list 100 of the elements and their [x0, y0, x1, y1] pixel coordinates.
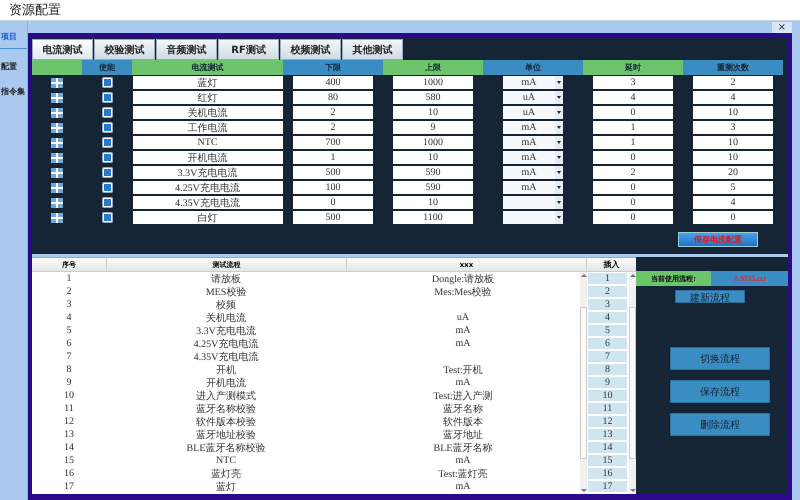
- input-field[interactable]: 500: [293, 211, 373, 224]
- input-field[interactable]: 10: [693, 106, 773, 119]
- insert-button[interactable]: 7: [587, 350, 628, 363]
- insert-button[interactable]: 9: [587, 376, 628, 389]
- input-field[interactable]: 0: [593, 106, 673, 119]
- input-field[interactable]: 20: [693, 166, 773, 179]
- checkbox[interactable]: [102, 137, 112, 148]
- sidebar-item[interactable]: 配置: [0, 59, 27, 74]
- name-field[interactable]: 3.3V充电电流: [132, 166, 282, 179]
- input-field[interactable]: 2: [593, 166, 673, 179]
- scrollbar[interactable]: [629, 272, 636, 494]
- tab[interactable]: 音频测试: [156, 39, 217, 60]
- input-field[interactable]: 3: [593, 76, 673, 89]
- insert-button[interactable]: 8: [587, 363, 628, 376]
- input-field[interactable]: 10: [693, 136, 773, 149]
- input-field[interactable]: 580: [393, 91, 473, 104]
- unit-dropdown[interactable]: mA: [503, 181, 563, 194]
- checkbox[interactable]: [102, 197, 112, 208]
- input-field[interactable]: 10: [393, 151, 473, 164]
- insert-button[interactable]: 13: [587, 428, 628, 441]
- input-field[interactable]: 590: [393, 181, 473, 194]
- input-field[interactable]: 400: [293, 76, 373, 89]
- input-field[interactable]: 1: [593, 121, 673, 134]
- tab[interactable]: 校频测试: [280, 39, 341, 60]
- input-field[interactable]: 590: [393, 166, 473, 179]
- input-field[interactable]: 500: [293, 166, 373, 179]
- input-field[interactable]: 4: [693, 196, 773, 209]
- input-field[interactable]: 10: [393, 106, 473, 119]
- unit-dropdown[interactable]: mA: [503, 166, 563, 179]
- input-field[interactable]: 3: [693, 121, 773, 134]
- sidebar-item[interactable]: 指令集: [0, 84, 27, 99]
- input-field[interactable]: 100: [293, 181, 373, 194]
- name-field[interactable]: 蓝灯: [132, 76, 282, 89]
- grid-icon[interactable]: [51, 152, 63, 162]
- input-field[interactable]: 0: [593, 211, 673, 224]
- checkbox[interactable]: [102, 212, 112, 223]
- input-field[interactable]: 4: [593, 91, 673, 104]
- insert-button[interactable]: 12: [587, 415, 628, 428]
- insert-button[interactable]: 2: [587, 285, 628, 298]
- input-field[interactable]: 0: [593, 196, 673, 209]
- input-field[interactable]: 10: [693, 151, 773, 164]
- grid-icon[interactable]: [51, 78, 63, 88]
- unit-dropdown[interactable]: uA: [503, 91, 563, 104]
- unit-dropdown[interactable]: mA: [503, 136, 563, 149]
- tab[interactable]: RF测试: [218, 39, 279, 60]
- tab[interactable]: 电流测试: [32, 39, 93, 60]
- name-field[interactable]: 红灯: [132, 91, 282, 104]
- checkbox[interactable]: [102, 107, 112, 118]
- insert-button[interactable]: 6: [587, 337, 628, 350]
- checkbox[interactable]: [102, 122, 112, 133]
- flow-button[interactable]: 切换流程: [670, 347, 770, 370]
- input-field[interactable]: 0: [593, 181, 673, 194]
- insert-button[interactable]: 11: [587, 402, 628, 415]
- grid-icon[interactable]: [51, 138, 63, 148]
- checkbox[interactable]: [102, 182, 112, 193]
- scrollbar[interactable]: [580, 272, 587, 494]
- checkbox[interactable]: [102, 152, 112, 163]
- input-field[interactable]: 1: [593, 136, 673, 149]
- input-field[interactable]: 9: [393, 121, 473, 134]
- checkbox[interactable]: [102, 92, 112, 103]
- unit-dropdown[interactable]: mA: [503, 76, 563, 89]
- input-field[interactable]: 0: [693, 211, 773, 224]
- input-field[interactable]: 5: [693, 181, 773, 194]
- input-field[interactable]: 80: [293, 91, 373, 104]
- input-field[interactable]: 1000: [393, 76, 473, 89]
- input-field[interactable]: 0: [593, 151, 673, 164]
- name-field[interactable]: 关机电流: [132, 106, 282, 119]
- insert-button[interactable]: 1: [587, 272, 628, 285]
- close-button[interactable]: ×: [772, 22, 792, 32]
- name-field[interactable]: 开机电流: [132, 151, 282, 164]
- input-field[interactable]: 2: [293, 121, 373, 134]
- name-field[interactable]: 4.35V充电电流: [132, 196, 282, 209]
- grid-icon[interactable]: [51, 198, 63, 208]
- input-field[interactable]: 700: [293, 136, 373, 149]
- tab[interactable]: 校验测试: [94, 39, 155, 60]
- name-field[interactable]: NTC: [132, 136, 282, 149]
- insert-button[interactable]: 3: [587, 298, 628, 311]
- insert-button[interactable]: 17: [587, 480, 628, 493]
- tab[interactable]: 其他测试: [342, 39, 403, 60]
- name-field[interactable]: 白灯: [132, 211, 282, 224]
- input-field[interactable]: 1000: [393, 136, 473, 149]
- unit-dropdown[interactable]: mA: [503, 121, 563, 134]
- insert-button[interactable]: 16: [587, 467, 628, 480]
- flow-button[interactable]: 建新流程: [675, 290, 745, 303]
- insert-button[interactable]: 14: [587, 441, 628, 454]
- grid-icon[interactable]: [51, 92, 63, 102]
- grid-icon[interactable]: [51, 168, 63, 178]
- grid-icon[interactable]: [51, 108, 63, 118]
- input-field[interactable]: 4: [693, 91, 773, 104]
- input-field[interactable]: 10: [393, 196, 473, 209]
- checkbox[interactable]: [102, 167, 112, 178]
- input-field[interactable]: 2: [293, 106, 373, 119]
- checkbox[interactable]: [102, 77, 112, 88]
- unit-dropdown[interactable]: mA: [503, 151, 563, 164]
- input-field[interactable]: 2: [693, 76, 773, 89]
- name-field[interactable]: 4.25V充电电流: [132, 181, 282, 194]
- input-field[interactable]: 1100: [393, 211, 473, 224]
- grid-icon[interactable]: [51, 182, 63, 192]
- insert-button[interactable]: 4: [587, 311, 628, 324]
- name-field[interactable]: 工作电流: [132, 121, 282, 134]
